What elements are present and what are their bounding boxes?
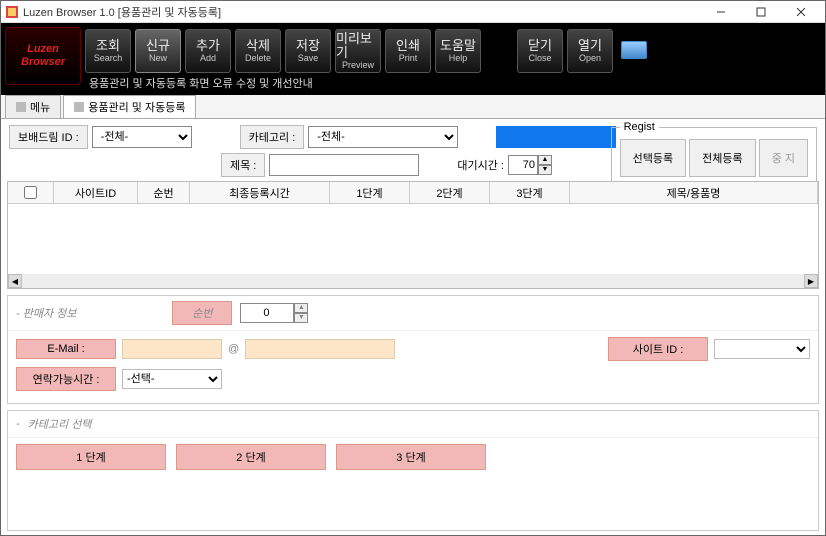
stop-button[interactable]: 중 지	[759, 139, 808, 177]
open-button[interactable]: 열기Open	[567, 29, 613, 73]
category-section: - 카테고리 선택 1 단계 2 단계 3 단계	[7, 410, 819, 531]
category-select[interactable]: -전체-	[308, 126, 458, 148]
filter-area: 보배드림 ID : -전체- 카테고리 : -전체- 제목 : 대기시간 : ▲…	[1, 119, 825, 177]
all-register-button[interactable]: 전체등록	[689, 139, 755, 177]
id-select[interactable]: -전체-	[92, 126, 192, 148]
category-steps: 1 단계 2 단계 3 단계	[8, 438, 818, 476]
col-step3[interactable]: 3단계	[490, 182, 570, 203]
category-section-title: - 카테고리 선택	[8, 411, 818, 438]
seller-section: - 판매자 정보 순번 ▲▼ E-Mail : @ 사이트 ID : 연락가능시…	[7, 295, 819, 404]
contact-label: 연락가능시간 :	[16, 367, 116, 391]
data-grid: 사이트ID 순번 최종등록시간 1단계 2단계 3단계 제목/용품명 ◀ ▶	[7, 181, 819, 289]
col-check	[8, 182, 54, 203]
col-last-reg[interactable]: 최종등록시간	[190, 182, 330, 203]
col-site-id[interactable]: 사이트ID	[54, 182, 138, 203]
main-toolbar: Luzen Browser 조회Search 신규New 추가Add 삭제Del…	[1, 23, 825, 95]
logo-line2: Browser	[21, 56, 65, 69]
regist-group: Regist 선택등록 전체등록 중 지	[611, 121, 817, 186]
regist-legend: Regist	[620, 121, 659, 133]
tab-menu-label: 메뉴	[30, 99, 50, 115]
select-register-button[interactable]: 선택등록	[620, 139, 686, 177]
minimize-button[interactable]	[701, 2, 741, 22]
seq-down-icon[interactable]: ▼	[294, 313, 308, 323]
window-title: Luzen Browser 1.0 [용품관리 및 자동등록]	[23, 4, 701, 20]
new-button[interactable]: 신규New	[135, 29, 181, 73]
seq-value[interactable]	[240, 303, 294, 323]
progress-bar	[496, 126, 616, 148]
spin-up-icon[interactable]: ▲	[538, 155, 552, 165]
email-local-input[interactable]	[122, 339, 222, 359]
help-button[interactable]: 도움말Help	[435, 29, 481, 73]
preview-button[interactable]: 미리보기Preview	[335, 29, 381, 73]
close-button[interactable]	[781, 2, 821, 22]
grid-header: 사이트ID 순번 최종등록시간 1단계 2단계 3단계 제목/용품명	[8, 182, 818, 204]
col-step2[interactable]: 2단계	[410, 182, 490, 203]
save-button[interactable]: 저장Save	[285, 29, 331, 73]
at-symbol: @	[228, 343, 239, 355]
add-button[interactable]: 추가Add	[185, 29, 231, 73]
wait-value[interactable]	[508, 155, 538, 175]
tab-menu[interactable]: 메뉴	[5, 95, 61, 118]
maximize-button[interactable]	[741, 2, 781, 22]
keyboard-icon[interactable]	[621, 41, 647, 59]
contact-select[interactable]: -선택-	[122, 369, 222, 389]
search-button[interactable]: 조회Search	[85, 29, 131, 73]
toolbar-buttons-right: 닫기Close 열기Open	[517, 27, 613, 95]
window-titlebar: Luzen Browser 1.0 [용품관리 및 자동등록]	[1, 1, 825, 23]
horizontal-scrollbar[interactable]: ◀ ▶	[8, 274, 818, 288]
select-all-checkbox[interactable]	[24, 186, 37, 199]
print-button[interactable]: 인쇄Print	[385, 29, 431, 73]
category-step-2[interactable]: 2 단계	[176, 444, 326, 470]
menu-icon	[16, 102, 26, 112]
scroll-track[interactable]	[22, 274, 804, 288]
title-label: 제목 :	[221, 153, 265, 177]
category-section-label: 카테고리 선택	[28, 416, 92, 432]
col-seq[interactable]: 순번	[138, 182, 190, 203]
col-step1[interactable]: 1단계	[330, 182, 410, 203]
delete-button[interactable]: 삭제Delete	[235, 29, 281, 73]
site-id-label: 사이트 ID :	[608, 337, 708, 361]
category-step-1[interactable]: 1 단계	[16, 444, 166, 470]
wait-label: 대기시간 :	[457, 157, 504, 173]
seq-spinner[interactable]: ▲▼	[240, 303, 308, 323]
seq-up-icon[interactable]: ▲	[294, 303, 308, 313]
app-icon	[5, 5, 19, 19]
email-label: E-Mail :	[16, 339, 116, 359]
email-domain-input[interactable]	[245, 339, 395, 359]
title-input[interactable]	[269, 154, 419, 176]
toolbar-subtext: 용품관리 및 자동등록 화면 오류 수정 및 개선안내	[89, 75, 313, 91]
id-label: 보배드림 ID :	[9, 125, 88, 149]
document-tabs: 메뉴 용품관리 및 자동등록	[1, 95, 825, 119]
site-id-select[interactable]	[714, 339, 810, 359]
close-window-button[interactable]: 닫기Close	[517, 29, 563, 73]
tab-product-auto[interactable]: 용품관리 및 자동등록	[63, 95, 196, 118]
logo: Luzen Browser	[5, 27, 81, 85]
seq-label: 순번	[172, 301, 232, 325]
wait-spinner[interactable]: ▲▼	[508, 155, 552, 175]
spin-down-icon[interactable]: ▼	[538, 165, 552, 175]
tab-product-auto-label: 용품관리 및 자동등록	[88, 99, 185, 115]
seller-section-title: - 판매자 정보 순번 ▲▼	[8, 296, 818, 331]
seller-section-label: - 판매자 정보	[16, 305, 76, 321]
scroll-right-icon[interactable]: ▶	[804, 274, 818, 288]
scroll-left-icon[interactable]: ◀	[8, 274, 22, 288]
logo-line1: Luzen	[27, 43, 59, 56]
category-label: 카테고리 :	[240, 125, 305, 149]
document-icon	[74, 102, 84, 112]
category-step-3[interactable]: 3 단계	[336, 444, 486, 470]
col-title[interactable]: 제목/용품명	[570, 182, 818, 203]
